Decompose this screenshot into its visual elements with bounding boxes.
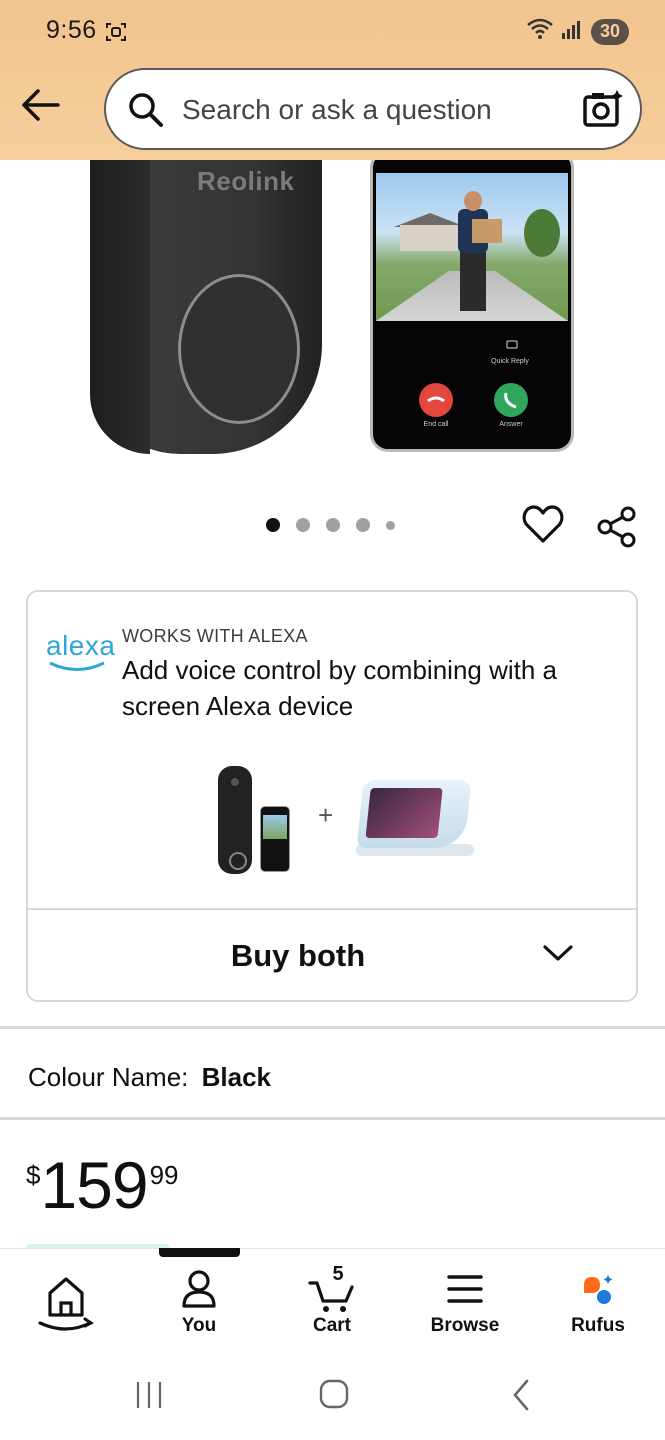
recent-apps-icon[interactable] — [134, 1380, 164, 1415]
alexa-logo: alexa — [46, 630, 116, 661]
section-divider — [0, 1117, 665, 1120]
search-input[interactable]: Search or ask a question — [104, 68, 642, 150]
quick-reply-label: Quick Reply — [491, 358, 529, 365]
search-icon — [128, 92, 164, 133]
tree-shape — [524, 209, 560, 257]
bottom-navigation: You 5 Cart Browse Rufus — [0, 1248, 665, 1360]
echo-show-image — [356, 780, 472, 848]
doorbell-side-shade — [90, 160, 150, 454]
chevron-down-icon[interactable] — [542, 942, 574, 969]
price-fraction: 99 — [149, 1160, 179, 1190]
home-icon — [38, 1269, 98, 1338]
phone-image: Quick Reply End call Answer — [370, 160, 574, 452]
carousel-dot[interactable] — [386, 520, 395, 530]
product-image-carousel[interactable]: Reolink Quick Reply End call Answer — [0, 160, 665, 580]
screenshot-icon — [104, 20, 128, 49]
app-header: 9:56 30 Search or ask a question — [0, 0, 665, 160]
answer-call-icon — [494, 383, 528, 417]
wifi-icon — [527, 18, 553, 45]
price-currency-symbol: $ — [26, 1160, 41, 1190]
camera-search-icon[interactable] — [582, 88, 624, 135]
search-placeholder: Search or ask a question — [182, 94, 492, 125]
nav-you-label: You — [181, 1315, 217, 1336]
battery-indicator: 30 — [591, 18, 629, 45]
home-button-icon[interactable] — [318, 1378, 350, 1415]
section-divider — [0, 1026, 665, 1029]
nav-cart[interactable]: 5 Cart — [272, 1249, 392, 1361]
system-back-icon[interactable] — [510, 1378, 532, 1417]
carousel-dots — [266, 518, 395, 532]
buy-both-button[interactable]: Buy both — [28, 938, 568, 974]
end-call-label: End call — [423, 421, 449, 428]
nav-active-indicator — [159, 1248, 240, 1257]
carousel-dot[interactable] — [266, 518, 280, 532]
bundle-plus: + — [318, 800, 334, 830]
mini-phone-image — [260, 806, 290, 872]
nav-home[interactable] — [6, 1249, 126, 1361]
alexa-kicker: WORKS WITH ALEXA — [122, 626, 308, 646]
doorbell-brand-text: Reolink — [197, 166, 295, 196]
parcel-shape — [472, 219, 502, 243]
cart-count-badge: 5 — [332, 1263, 344, 1285]
end-call-icon — [419, 383, 453, 417]
share-icon[interactable] — [597, 506, 637, 553]
colour-name-label: Colour Name: — [28, 1062, 189, 1092]
android-navigation-bar — [0, 1360, 665, 1440]
status-icons: 30 — [527, 18, 629, 45]
nav-browse-label: Browse — [430, 1315, 500, 1336]
menu-icon — [447, 1273, 483, 1310]
nav-rufus-label: Rufus — [571, 1315, 625, 1336]
alexa-title: Add voice control by combining with a sc… — [122, 655, 558, 721]
status-bar: 9:56 30 — [0, 0, 665, 64]
works-with-alexa-card: alexa WORKS WITH ALEXA Add voice control… — [26, 590, 638, 1002]
answer-label: Answer — [499, 421, 523, 428]
phone-video-feed — [376, 173, 568, 321]
person-icon — [181, 1269, 217, 1314]
signal-icon — [561, 19, 583, 44]
rufus-icon — [582, 1273, 616, 1312]
quick-reply-icon — [506, 337, 518, 355]
carousel-dot[interactable] — [296, 518, 310, 532]
nav-you[interactable]: You — [139, 1249, 259, 1361]
nav-rufus[interactable]: Rufus — [538, 1249, 658, 1361]
doorbell-ring-button — [178, 274, 300, 424]
nav-cart-label: Cart — [312, 1315, 351, 1336]
alexa-smile-icon — [48, 660, 106, 679]
carousel-dot[interactable] — [356, 518, 370, 532]
card-divider — [28, 908, 636, 910]
house-shape — [400, 225, 460, 251]
mini-doorbell-image — [218, 766, 252, 874]
status-time: 9:56 — [46, 16, 97, 44]
back-arrow-icon[interactable] — [20, 86, 62, 129]
colour-name-value: Black — [201, 1062, 272, 1092]
price-whole: 159 — [40, 1148, 148, 1222]
product-price: $ 159 99 — [26, 1152, 179, 1218]
wishlist-heart-icon[interactable] — [522, 504, 564, 549]
bundle-image: + — [214, 760, 474, 882]
carousel-dot[interactable] — [326, 518, 340, 532]
colour-name-row: Colour Name: Black — [28, 1062, 271, 1093]
nav-browse[interactable]: Browse — [405, 1249, 525, 1361]
